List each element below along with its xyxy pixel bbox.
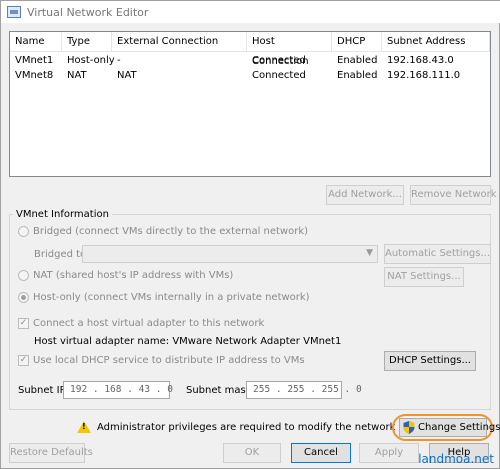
ok-button[interactable]: OK [223,443,281,463]
column-header-type[interactable]: Type [62,32,112,52]
subnet-mask-field[interactable]: 255 . 255 . 255 . 0 [246,381,362,399]
dhcp-settings-button[interactable]: DHCP Settings... [384,351,476,371]
table-cell: NAT [67,70,87,81]
automatic-settings-button[interactable]: Automatic Settings... [384,244,491,264]
table-cell: Connected [252,55,306,66]
table-cell: Connected [252,70,306,81]
watermark-text: landmoa.net [418,452,494,466]
table-cell: Host-only [67,55,115,66]
network-list-header: Name Type External Connection Host Conne… [10,32,490,67]
network-row-vmnet8[interactable]: VMnet8 NAT NAT Connected Enabled 192.168… [10,68,490,83]
vmware-network-icon [7,6,21,18]
checkmark-icon[interactable]: ✓ [18,318,29,329]
host-only-label: Host-only (connect VMs internally in a p… [33,292,310,303]
nat-label: NAT (shared host's IP address with VMs) [33,270,234,281]
nat-settings-button[interactable]: NAT Settings... [384,267,464,287]
dhcp-checkbox[interactable]: ✓ Use local DHCP service to distribute I… [18,355,305,366]
change-settings-button[interactable]: Change Settings [399,418,500,437]
table-cell: - [117,55,121,66]
column-header-dhcp[interactable]: DHCP [332,32,382,52]
virtual-network-editor-window: Virtual Network Editor Name Type Externa… [0,0,500,469]
radio-button-selected[interactable] [18,292,29,303]
table-cell: 192.168.111.0 [387,70,461,81]
bridged-to-select[interactable]: ▼ [82,245,378,263]
title-bar[interactable]: Virtual Network Editor [1,1,500,23]
column-header-host-connection[interactable]: Host Connection [247,32,332,67]
column-header-subnet-address[interactable]: Subnet Address [382,32,490,52]
vmnet-information-label: VMnet Information [13,209,112,220]
network-list[interactable]: Name Type External Connection Host Conne… [9,31,491,177]
restore-defaults-button[interactable]: Restore Defaults [9,443,93,463]
subnet-mask-label: Subnet mask: [186,385,255,396]
column-header-name[interactable]: Name [10,32,62,52]
radio-button[interactable] [18,270,29,281]
table-cell: VMnet1 [15,55,54,66]
warning-icon [77,421,91,433]
table-cell: VMnet8 [15,70,54,81]
table-cell: Enabled [337,70,378,81]
subnet-ip-label: Subnet IP: [18,385,69,396]
chevron-down-icon: ▼ [366,248,373,258]
subnet-ip-field[interactable]: 192 . 168 . 43 . 0 [63,381,173,399]
remove-network-button[interactable]: Remove Network [410,185,497,205]
add-network-button[interactable]: Add Network... [326,185,404,205]
column-header-external-connection[interactable]: External Connection [112,32,247,52]
radio-button[interactable] [18,226,29,237]
network-row-vmnet1[interactable]: VMnet1 Host-only - Connected Enabled 192… [10,53,490,68]
apply-button[interactable]: Apply [359,443,419,463]
bridged-radio[interactable]: Bridged (connect VMs directly to the ext… [18,226,308,237]
change-settings-label: Change Settings [418,422,500,433]
dhcp-label: Use local DHCP service to distribute IP … [33,355,305,366]
table-cell: NAT [117,70,137,81]
bridged-label: Bridged (connect VMs directly to the ext… [33,226,309,237]
uac-shield-icon [403,421,415,434]
table-cell: 192.168.43.0 [387,55,454,66]
cancel-button[interactable]: Cancel [291,443,351,463]
adapter-name-label: Host virtual adapter name: VMware Networ… [34,336,342,347]
connect-adapter-checkbox[interactable]: ✓ Connect a host virtual adapter to this… [18,318,264,329]
nat-radio[interactable]: NAT (shared host's IP address with VMs) [18,270,233,281]
host-only-radio[interactable]: Host-only (connect VMs internally in a p… [18,292,310,303]
connect-adapter-label: Connect a host virtual adapter to this n… [33,318,265,329]
window-title: Virtual Network Editor [27,5,149,19]
table-cell: Enabled [337,55,378,66]
checkmark-icon[interactable]: ✓ [18,355,29,366]
